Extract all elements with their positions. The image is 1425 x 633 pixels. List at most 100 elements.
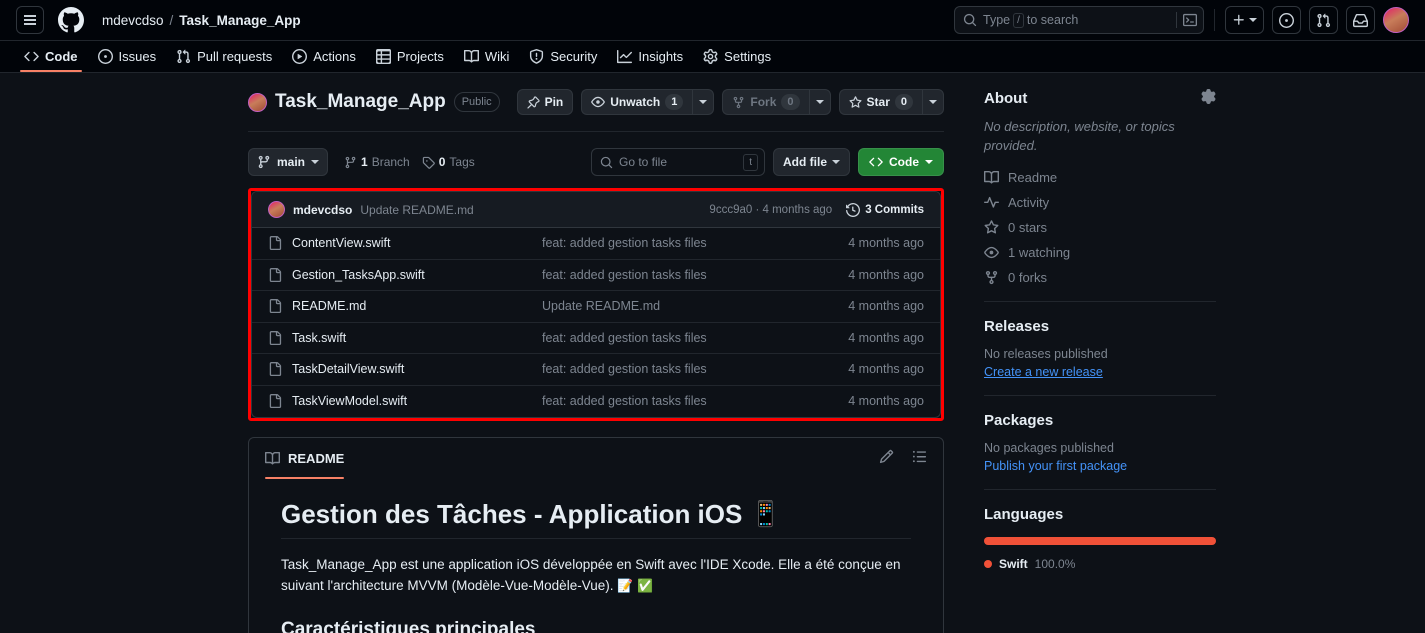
file-name[interactable]: Task.swift xyxy=(292,331,542,345)
pull-requests-button[interactable] xyxy=(1309,6,1338,34)
table-row[interactable]: Task.swift feat: added gestion tasks fil… xyxy=(252,323,940,355)
sidebar-item-readme[interactable]: Readme xyxy=(984,170,1216,185)
sidebar-item-watching[interactable]: 1 watching xyxy=(984,245,1216,260)
edit-pencil-icon[interactable] xyxy=(879,449,894,469)
file-commit-message[interactable]: feat: added gestion tasks files xyxy=(542,268,848,282)
language-name: Swift xyxy=(999,557,1028,571)
tab-security-label: Security xyxy=(550,49,597,64)
latest-commit-header: mdevcdso Update README.md 9ccc9a0 · 4 mo… xyxy=(252,192,940,228)
table-row[interactable]: ContentView.swift feat: added gestion ta… xyxy=(252,228,940,260)
tab-wiki[interactable]: Wiki xyxy=(456,49,518,72)
notifications-button[interactable] xyxy=(1346,6,1375,34)
create-release-link[interactable]: Create a new release xyxy=(984,365,1216,379)
file-name[interactable]: Gestion_TasksApp.swift xyxy=(292,268,542,282)
fork-label: Fork xyxy=(750,95,776,109)
tab-issues[interactable]: Issues xyxy=(90,49,165,72)
breadcrumb-owner[interactable]: mdevcdso xyxy=(102,13,164,28)
breadcrumb-repo[interactable]: Task_Manage_App xyxy=(179,13,300,28)
unwatch-button[interactable]: Unwatch 1 xyxy=(581,89,692,115)
table-row[interactable]: TaskDetailView.swift feat: added gestion… xyxy=(252,354,940,386)
history-icon xyxy=(846,203,860,217)
search-input[interactable]: Type / to search xyxy=(954,6,1204,34)
about-settings-gear-icon[interactable] xyxy=(1201,89,1216,108)
fork-button[interactable]: Fork 0 xyxy=(722,89,808,115)
readme-paragraph: Task_Manage_App est une application iOS … xyxy=(281,555,911,597)
commits-count-link[interactable]: 3 Commits xyxy=(846,203,924,217)
tab-wiki-label: Wiki xyxy=(485,49,510,64)
file-commit-message[interactable]: feat: added gestion tasks files xyxy=(542,362,848,376)
file-name[interactable]: README.md xyxy=(292,299,542,313)
file-age: 4 months ago xyxy=(848,299,924,313)
readme-tab-label: README xyxy=(288,451,344,466)
publish-package-link[interactable]: Publish your first package xyxy=(984,459,1216,473)
fork-count: 0 xyxy=(781,94,799,110)
create-new-button[interactable] xyxy=(1225,6,1264,34)
tab-settings[interactable]: Settings xyxy=(695,49,779,72)
fork-dropdown-button[interactable] xyxy=(809,89,831,115)
sidebar-item-forks[interactable]: 0 forks xyxy=(984,270,1216,285)
sidebar-item-label: 0 stars xyxy=(1008,220,1047,235)
tab-projects[interactable]: Projects xyxy=(368,49,452,72)
releases-title: Releases xyxy=(984,318,1216,335)
file-age: 4 months ago xyxy=(848,362,924,376)
star-dropdown-button[interactable] xyxy=(922,89,944,115)
branch-name: main xyxy=(277,155,305,169)
file-commit-message[interactable]: feat: added gestion tasks files xyxy=(542,331,848,345)
commit-age: 4 months ago xyxy=(763,204,833,216)
branch-selector[interactable]: main xyxy=(248,148,328,176)
sidebar-item-stars[interactable]: 0 stars xyxy=(984,220,1216,235)
repo-actions: Pin Unwatch 1 Fork 0 xyxy=(517,89,944,115)
issues-button[interactable] xyxy=(1272,6,1301,34)
tab-pull-requests[interactable]: Pull requests xyxy=(168,49,280,72)
commit-author[interactable]: mdevcdso xyxy=(293,203,352,217)
languages-section: Languages Swift 100.0% xyxy=(984,490,1216,571)
commit-message[interactable]: Update README.md xyxy=(360,203,473,217)
file-commit-message[interactable]: feat: added gestion tasks files xyxy=(542,394,848,408)
tags-link[interactable]: 0 Tags xyxy=(422,155,475,169)
hamburger-menu-icon[interactable] xyxy=(16,6,44,34)
watch-count: 1 xyxy=(665,94,683,110)
file-commit-message[interactable]: feat: added gestion tasks files xyxy=(542,236,848,250)
table-of-contents-icon[interactable] xyxy=(912,449,927,469)
star-button[interactable]: Star 0 xyxy=(839,89,922,115)
tab-readme[interactable]: README xyxy=(265,438,344,479)
table-row[interactable]: README.md Update README.md 4 months ago xyxy=(252,291,940,323)
file-name[interactable]: TaskDetailView.swift xyxy=(292,362,542,376)
github-logo-icon[interactable] xyxy=(58,7,84,33)
readme-heading: Gestion des Tâches - Application iOS 📱 xyxy=(281,499,911,539)
table-row[interactable]: TaskViewModel.swift feat: added gestion … xyxy=(252,386,940,418)
tab-insights-label: Insights xyxy=(638,49,683,64)
add-file-button[interactable]: Add file xyxy=(773,148,850,176)
tab-insights[interactable]: Insights xyxy=(609,49,691,72)
readme-header: README xyxy=(249,438,943,479)
table-row[interactable]: Gestion_TasksApp.swift feat: added gesti… xyxy=(252,260,940,292)
file-name[interactable]: ContentView.swift xyxy=(292,236,542,250)
code-button[interactable]: Code xyxy=(858,148,944,176)
watch-dropdown-button[interactable] xyxy=(692,89,714,115)
page-title[interactable]: Task_Manage_App xyxy=(275,91,446,113)
file-icon xyxy=(268,331,282,345)
graph-icon xyxy=(617,49,632,64)
go-to-file-input[interactable]: Go to file t xyxy=(591,148,765,176)
fork-icon xyxy=(732,96,745,109)
tab-code[interactable]: Code xyxy=(16,49,86,72)
user-avatar[interactable] xyxy=(1383,7,1409,33)
commit-hash-and-age[interactable]: 9ccc9a0 · 4 months ago xyxy=(709,204,832,216)
sidebar-item-activity[interactable]: Activity xyxy=(984,195,1216,210)
header-separator xyxy=(1214,9,1215,31)
language-percent: 100.0% xyxy=(1035,557,1076,571)
about-links: Readme Activity 0 stars 1 watching 0 for… xyxy=(984,170,1216,285)
header-right-actions: Type / to search xyxy=(954,6,1409,34)
file-name[interactable]: TaskViewModel.swift xyxy=(292,394,542,408)
file-commit-message[interactable]: Update README.md xyxy=(542,299,848,313)
owner-avatar xyxy=(248,93,267,112)
tab-security[interactable]: Security xyxy=(521,49,605,72)
visibility-badge: Public xyxy=(454,92,500,112)
language-bar-segment[interactable] xyxy=(984,537,1216,545)
branches-link[interactable]: 1 Branch xyxy=(344,155,410,169)
file-age: 4 months ago xyxy=(848,268,924,282)
language-legend-item[interactable]: Swift 100.0% xyxy=(984,557,1216,571)
pin-button[interactable]: Pin xyxy=(517,89,574,115)
file-icon xyxy=(268,299,282,313)
tab-actions[interactable]: Actions xyxy=(284,49,364,72)
